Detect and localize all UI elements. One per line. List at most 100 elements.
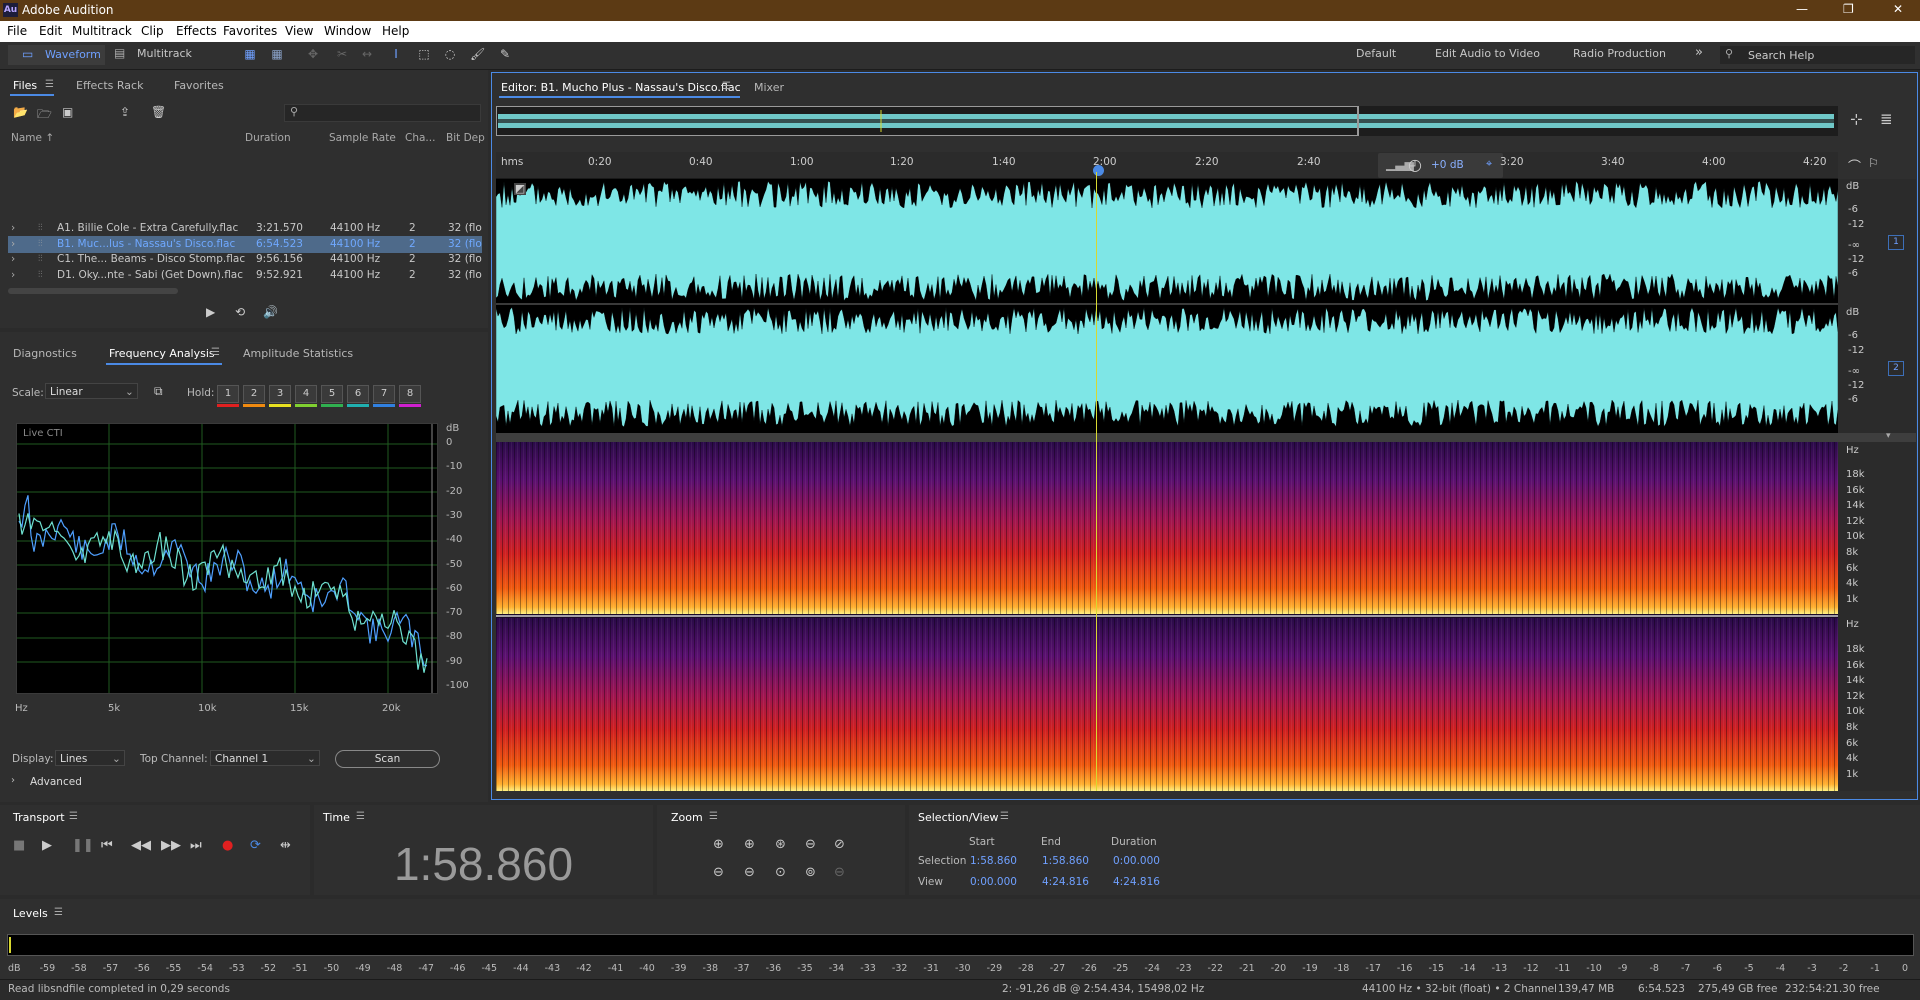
waveform-button[interactable]: ▭ Waveform: [8, 45, 105, 65]
scale-select[interactable]: Linear ⌄: [45, 383, 138, 399]
file-row[interactable]: › ⫶⫶ B1. Muc...lus - Nassau's Disco.flac 6:…: [8, 235, 482, 253]
zoom-in-amplitude-icon[interactable]: ⊕: [713, 837, 724, 852]
channel-2-badge[interactable]: 2: [1888, 361, 1904, 376]
play-icon[interactable]: ▶: [42, 838, 52, 853]
zoom-selection-icon[interactable]: ⊙: [775, 865, 786, 880]
waveform-area[interactable]: ◩: [496, 179, 1838, 433]
scan-button[interactable]: Scan: [335, 750, 440, 768]
brush-tool-icon[interactable]: 🖌: [470, 48, 485, 61]
hold-button-4[interactable]: 4: [295, 385, 317, 403]
insert-icon[interactable]: ⇪: [120, 105, 130, 119]
hold-settings-icon[interactable]: ⧉: [154, 384, 163, 399]
chevron-right-icon[interactable]: ›: [11, 269, 15, 281]
menu-edit[interactable]: Edit: [39, 24, 62, 38]
zoom-reset-icon[interactable]: ⊘: [834, 837, 845, 852]
autoplay-icon[interactable]: 🔊: [263, 305, 278, 319]
overview-settings-icon[interactable]: ≣: [1880, 110, 1893, 128]
rewind-icon[interactable]: ◀◀: [131, 838, 151, 853]
zoom-in-time-icon[interactable]: ⊕: [744, 837, 755, 852]
files-scrollbar[interactable]: [8, 288, 178, 294]
zoom-menu-icon[interactable]: ☰: [709, 811, 718, 822]
marquee-tool-icon[interactable]: ⬚: [417, 48, 431, 61]
transport-menu-icon[interactable]: ☰: [69, 811, 78, 822]
menu-window[interactable]: Window: [324, 24, 371, 38]
selection-end[interactable]: 1:58.860: [1042, 855, 1089, 867]
stop-icon[interactable]: ■: [13, 838, 25, 853]
tab-frequency-analysis[interactable]: Frequency Analysis: [109, 347, 215, 360]
file-row[interactable]: › ⫶⫶ C1. The... Beams - Disco Stomp.flac 9:…: [8, 251, 482, 268]
hold-button-8[interactable]: 8: [399, 385, 421, 403]
hold-button-2[interactable]: 2: [243, 385, 265, 403]
hold-button-6[interactable]: 6: [347, 385, 369, 403]
hold-button-1[interactable]: 1: [217, 385, 239, 403]
column-bit-depth[interactable]: Bit Dep: [446, 132, 485, 144]
hold-button-7[interactable]: 7: [373, 385, 395, 403]
skip-selection-icon[interactable]: ⇹: [280, 838, 291, 853]
view-end[interactable]: 4:24.816: [1042, 876, 1089, 888]
close-icon[interactable]: ✕: [1893, 2, 1903, 16]
tab-editor[interactable]: Editor: B1. Mucho Plus - Nassau's Disco.…: [501, 81, 741, 94]
time-selection-tool-icon[interactable]: I: [389, 48, 403, 61]
levels-menu-icon[interactable]: ☰: [54, 907, 63, 918]
menu-clip[interactable]: Clip: [141, 24, 164, 38]
menu-file[interactable]: File: [7, 24, 27, 38]
play-icon[interactable]: ▶: [206, 305, 215, 319]
hold-button-3[interactable]: 3: [269, 385, 291, 403]
zoom-out-time-icon[interactable]: ⊖: [744, 865, 755, 880]
chevron-right-icon[interactable]: ›: [11, 222, 15, 234]
files-panel-menu-icon[interactable]: ☰: [45, 79, 54, 90]
channel-1-badge[interactable]: 1: [1888, 235, 1904, 250]
more-workspaces-button[interactable]: »: [1695, 45, 1703, 60]
restore-icon[interactable]: ❐: [1843, 2, 1854, 16]
spot-healing-tool-icon[interactable]: ✎: [498, 48, 512, 61]
selection-duration[interactable]: 0:00.000: [1113, 855, 1160, 867]
workspace-default[interactable]: Default: [1356, 47, 1396, 60]
view-start[interactable]: 0:00.000: [970, 876, 1017, 888]
file-row[interactable]: › ⫶⫶ D1. Oky...nte - Sabi (Get Down).flac 9…: [8, 267, 482, 284]
zoom-out-full-icon[interactable]: ⊖: [805, 837, 816, 852]
slip-tool-icon[interactable]: ↔: [360, 48, 374, 61]
advanced-toggle[interactable]: Advanced: [30, 776, 82, 788]
tab-mixer[interactable]: Mixer: [754, 81, 784, 94]
files-search-input[interactable]: ⚲: [284, 104, 481, 122]
multitrack-button[interactable]: Multitrack: [137, 47, 192, 60]
tab-effects-rack[interactable]: Effects Rack: [76, 79, 143, 92]
skip-to-start-icon[interactable]: ⏮: [101, 838, 113, 853]
column-sample-rate[interactable]: Sample Rate: [329, 132, 396, 144]
pin-icon[interactable]: ⌖: [1486, 157, 1492, 171]
zoom-to-fit-time-icon[interactable]: ⊚: [805, 865, 816, 880]
hold-button-5[interactable]: 5: [321, 385, 343, 403]
view-duration[interactable]: 4:24.816: [1113, 876, 1160, 888]
lasso-tool-icon[interactable]: ◌: [443, 48, 457, 61]
spectral-view-icon[interactable]: ▦: [270, 48, 284, 61]
tab-files[interactable]: Files: [13, 79, 37, 92]
tab-amplitude-statistics[interactable]: Amplitude Statistics: [243, 347, 353, 360]
record-icon[interactable]: ●: [222, 838, 233, 853]
chevron-right-icon[interactable]: ›: [11, 775, 15, 786]
time-menu-icon[interactable]: ☰: [356, 811, 365, 822]
view-splitter[interactable]: ▾: [496, 431, 1916, 442]
top-channel-select[interactable]: Channel 1 ⌄: [210, 750, 320, 766]
analysis-panel-menu-icon[interactable]: ☰: [211, 347, 220, 358]
delete-icon[interactable]: 🗑: [151, 105, 166, 119]
search-help-field[interactable]: ⚲ Search Help: [1720, 46, 1915, 64]
razor-tool-icon[interactable]: ✂: [335, 48, 349, 61]
waveform-view-icon[interactable]: ▦: [243, 48, 257, 61]
marker-icon[interactable]: ⚐: [1868, 156, 1879, 170]
chevron-down-icon[interactable]: ▾: [1886, 431, 1891, 441]
loop-icon[interactable]: ⟲: [235, 305, 245, 319]
new-file-icon[interactable]: ▣: [62, 105, 73, 119]
hud-volume[interactable]: ▁▃▅ ◴ +0 dB ⌖: [1378, 153, 1503, 178]
zoom-out-amplitude-icon[interactable]: ⊖: [713, 865, 724, 880]
overview-bar[interactable]: [496, 106, 1838, 136]
tab-diagnostics[interactable]: Diagnostics: [13, 347, 77, 360]
hud-db-value[interactable]: +0 dB: [1431, 159, 1464, 171]
playhead[interactable]: [1095, 172, 1097, 791]
fast-forward-icon[interactable]: ▶▶: [161, 838, 181, 853]
selection-view-menu-icon[interactable]: ☰: [1000, 811, 1009, 822]
volume-knob-icon[interactable]: ◴: [1408, 155, 1422, 174]
minimize-icon[interactable]: —: [1796, 2, 1808, 16]
zoom-disabled-icon[interactable]: ⊖: [834, 865, 845, 880]
chevron-right-icon[interactable]: ›: [11, 238, 15, 250]
loop-playback-icon[interactable]: ⟳: [250, 838, 261, 853]
